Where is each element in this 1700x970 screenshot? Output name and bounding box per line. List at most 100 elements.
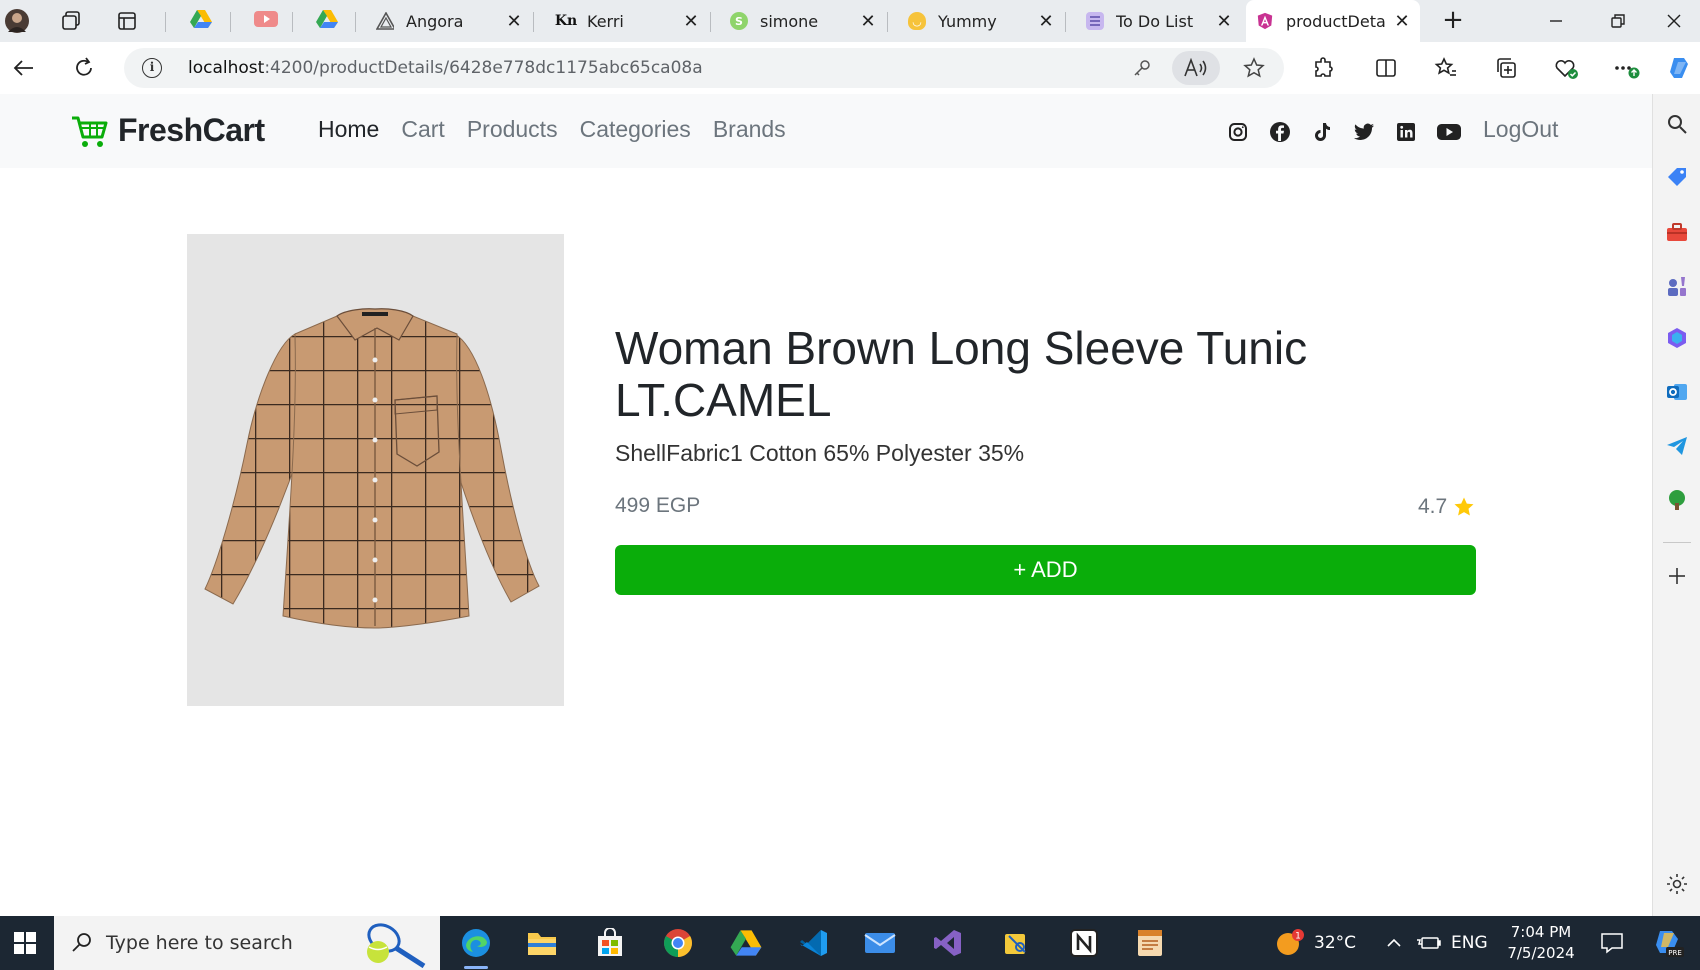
copilot-pre-icon[interactable]: PRE — [1652, 916, 1684, 970]
profile-avatar[interactable] — [4, 8, 30, 34]
copilot-icon[interactable] — [1664, 52, 1696, 84]
favorite-star-icon[interactable] — [1240, 54, 1268, 82]
outlook-icon[interactable] — [1665, 380, 1689, 404]
telegram-icon[interactable] — [1665, 434, 1689, 458]
battery-icon[interactable] — [1416, 916, 1442, 970]
social-links — [1226, 120, 1462, 144]
nav-links: Home Cart Products Categories Brands — [318, 116, 786, 143]
tab-yummy[interactable]: ◡ Yummy ✕ — [898, 0, 1064, 42]
sidebar-settings-gear-icon[interactable] — [1665, 872, 1689, 896]
search-placeholder: Type here to search — [106, 932, 293, 954]
close-tab-icon[interactable]: ✕ — [860, 11, 876, 32]
address-bar[interactable]: i localhost:4200/productDetails/6428e778… — [124, 48, 1284, 88]
tab-to-do-list[interactable]: To Do List ✕ — [1076, 0, 1242, 42]
split-screen-icon[interactable] — [1370, 52, 1402, 84]
tab-product-details[interactable]: productDeta ✕ — [1246, 0, 1420, 42]
taskbar-file-explorer-icon[interactable] — [524, 925, 560, 961]
product-title: Woman Brown Long Sleeve Tunic LT.CAMEL — [615, 322, 1308, 426]
tab-separator — [230, 12, 231, 32]
brand-logo[interactable]: FreshCart — [70, 112, 265, 149]
browser-toolbar: i localhost:4200/productDetails/6428e778… — [0, 42, 1700, 94]
site-info-icon[interactable]: i — [142, 58, 162, 78]
close-tab-icon[interactable]: ✕ — [683, 11, 699, 32]
site-navbar: FreshCart Home Cart Products Categories … — [0, 94, 1652, 168]
youtube-icon[interactable] — [1436, 120, 1462, 144]
logout-link[interactable]: LogOut — [1483, 116, 1558, 143]
nav-link-categories[interactable]: Categories — [580, 116, 691, 143]
tab-angora[interactable]: Angora ✕ — [366, 0, 532, 42]
taskbar-visual-studio-icon[interactable] — [930, 925, 966, 961]
tab-separator — [355, 12, 356, 32]
tennis-doodle-icon[interactable] — [354, 920, 434, 970]
reload-button[interactable] — [68, 52, 100, 84]
nav-link-home[interactable]: Home — [318, 116, 379, 143]
nav-link-brands[interactable]: Brands — [713, 116, 786, 143]
tiktok-icon[interactable] — [1310, 120, 1334, 144]
cart-logo-icon — [72, 116, 108, 147]
tab-google-drive-2[interactable] — [306, 0, 354, 42]
taskbar-google-drive-icon[interactable] — [728, 925, 764, 961]
back-button[interactable] — [8, 52, 40, 84]
instagram-icon[interactable] — [1226, 120, 1250, 144]
minimize-button[interactable] — [1534, 6, 1578, 36]
search-icon[interactable] — [1665, 112, 1689, 136]
taskbar-document-app-icon[interactable] — [1132, 925, 1168, 961]
collections-icon[interactable] — [1490, 52, 1522, 84]
tab-simone[interactable]: S simone ✕ — [720, 0, 886, 42]
nav-link-products[interactable]: Products — [467, 116, 558, 143]
taskbar-vscode-icon[interactable] — [796, 925, 832, 961]
taskbar-mail-icon[interactable] — [862, 925, 898, 961]
taskbar-search-box[interactable]: Type here to search — [54, 916, 440, 970]
taskbar-clock[interactable]: 7:04 PM 7/5/2024 — [1496, 922, 1586, 964]
favorites-icon[interactable] — [1430, 52, 1462, 84]
tab-separator — [292, 12, 293, 32]
url-text[interactable]: localhost:4200/productDetails/6428e778dc… — [188, 58, 703, 78]
tab-title: Yummy — [938, 11, 997, 31]
tab-kerri[interactable]: Kn Kerri ✕ — [543, 0, 709, 42]
add-to-cart-button[interactable]: + ADD — [615, 545, 1476, 595]
taskbar-snipping-tool-icon[interactable] — [998, 925, 1034, 961]
windows-start-button[interactable] — [0, 916, 50, 970]
product-rating: 4.7 — [1418, 495, 1475, 519]
workspaces-icon[interactable] — [58, 8, 84, 34]
taskbar-chrome-icon[interactable] — [660, 925, 696, 961]
notification-center-icon[interactable] — [1600, 916, 1624, 970]
extensions-icon[interactable] — [1308, 52, 1340, 84]
sidebar-divider — [1663, 542, 1691, 543]
settings-more-icon[interactable] — [1610, 52, 1642, 84]
taskbar-edge-icon[interactable] — [458, 925, 494, 969]
browser-essentials-icon[interactable] — [1550, 52, 1582, 84]
tab-youtube[interactable] — [244, 0, 292, 42]
close-window-button[interactable] — [1652, 6, 1696, 36]
angora-icon — [376, 12, 394, 30]
nav-link-cart[interactable]: Cart — [401, 116, 444, 143]
weather-widget[interactable]: 1 32°C — [1274, 916, 1356, 970]
product-description: ShellFabric1 Cotton 65% Polyester 35% — [615, 440, 1025, 466]
password-key-icon[interactable] — [1128, 54, 1156, 82]
linkedin-icon[interactable] — [1394, 120, 1418, 144]
close-tab-icon[interactable]: ✕ — [1216, 11, 1232, 32]
close-tab-icon[interactable]: ✕ — [506, 11, 522, 32]
show-hidden-icons-button[interactable] — [1385, 916, 1403, 970]
tab-actions-icon[interactable] — [114, 8, 140, 34]
shopping-tag-icon[interactable] — [1665, 166, 1689, 190]
tab-google-drive-1[interactable] — [180, 0, 228, 42]
tools-icon[interactable] — [1665, 220, 1689, 244]
input-language[interactable]: ENG — [1451, 916, 1488, 970]
read-aloud-button[interactable] — [1172, 51, 1220, 85]
tree-icon[interactable] — [1665, 488, 1689, 512]
twitter-icon[interactable] — [1352, 120, 1376, 144]
restore-button[interactable] — [1596, 6, 1640, 36]
clock-date: 7/5/2024 — [1507, 944, 1575, 962]
google-drive-icon — [190, 9, 212, 33]
facebook-icon[interactable] — [1268, 120, 1292, 144]
taskbar-microsoft-store-icon[interactable] — [592, 925, 628, 961]
close-tab-icon[interactable]: ✕ — [1038, 11, 1054, 32]
games-icon[interactable] — [1665, 274, 1689, 298]
taskbar-notion-icon[interactable] — [1066, 925, 1102, 961]
microsoft-365-icon[interactable] — [1665, 326, 1689, 350]
add-sidebar-app-icon[interactable] — [1665, 564, 1689, 588]
tab-separator — [1065, 12, 1066, 32]
new-tab-button[interactable]: + — [1438, 6, 1468, 36]
close-tab-icon[interactable]: ✕ — [1394, 11, 1410, 32]
